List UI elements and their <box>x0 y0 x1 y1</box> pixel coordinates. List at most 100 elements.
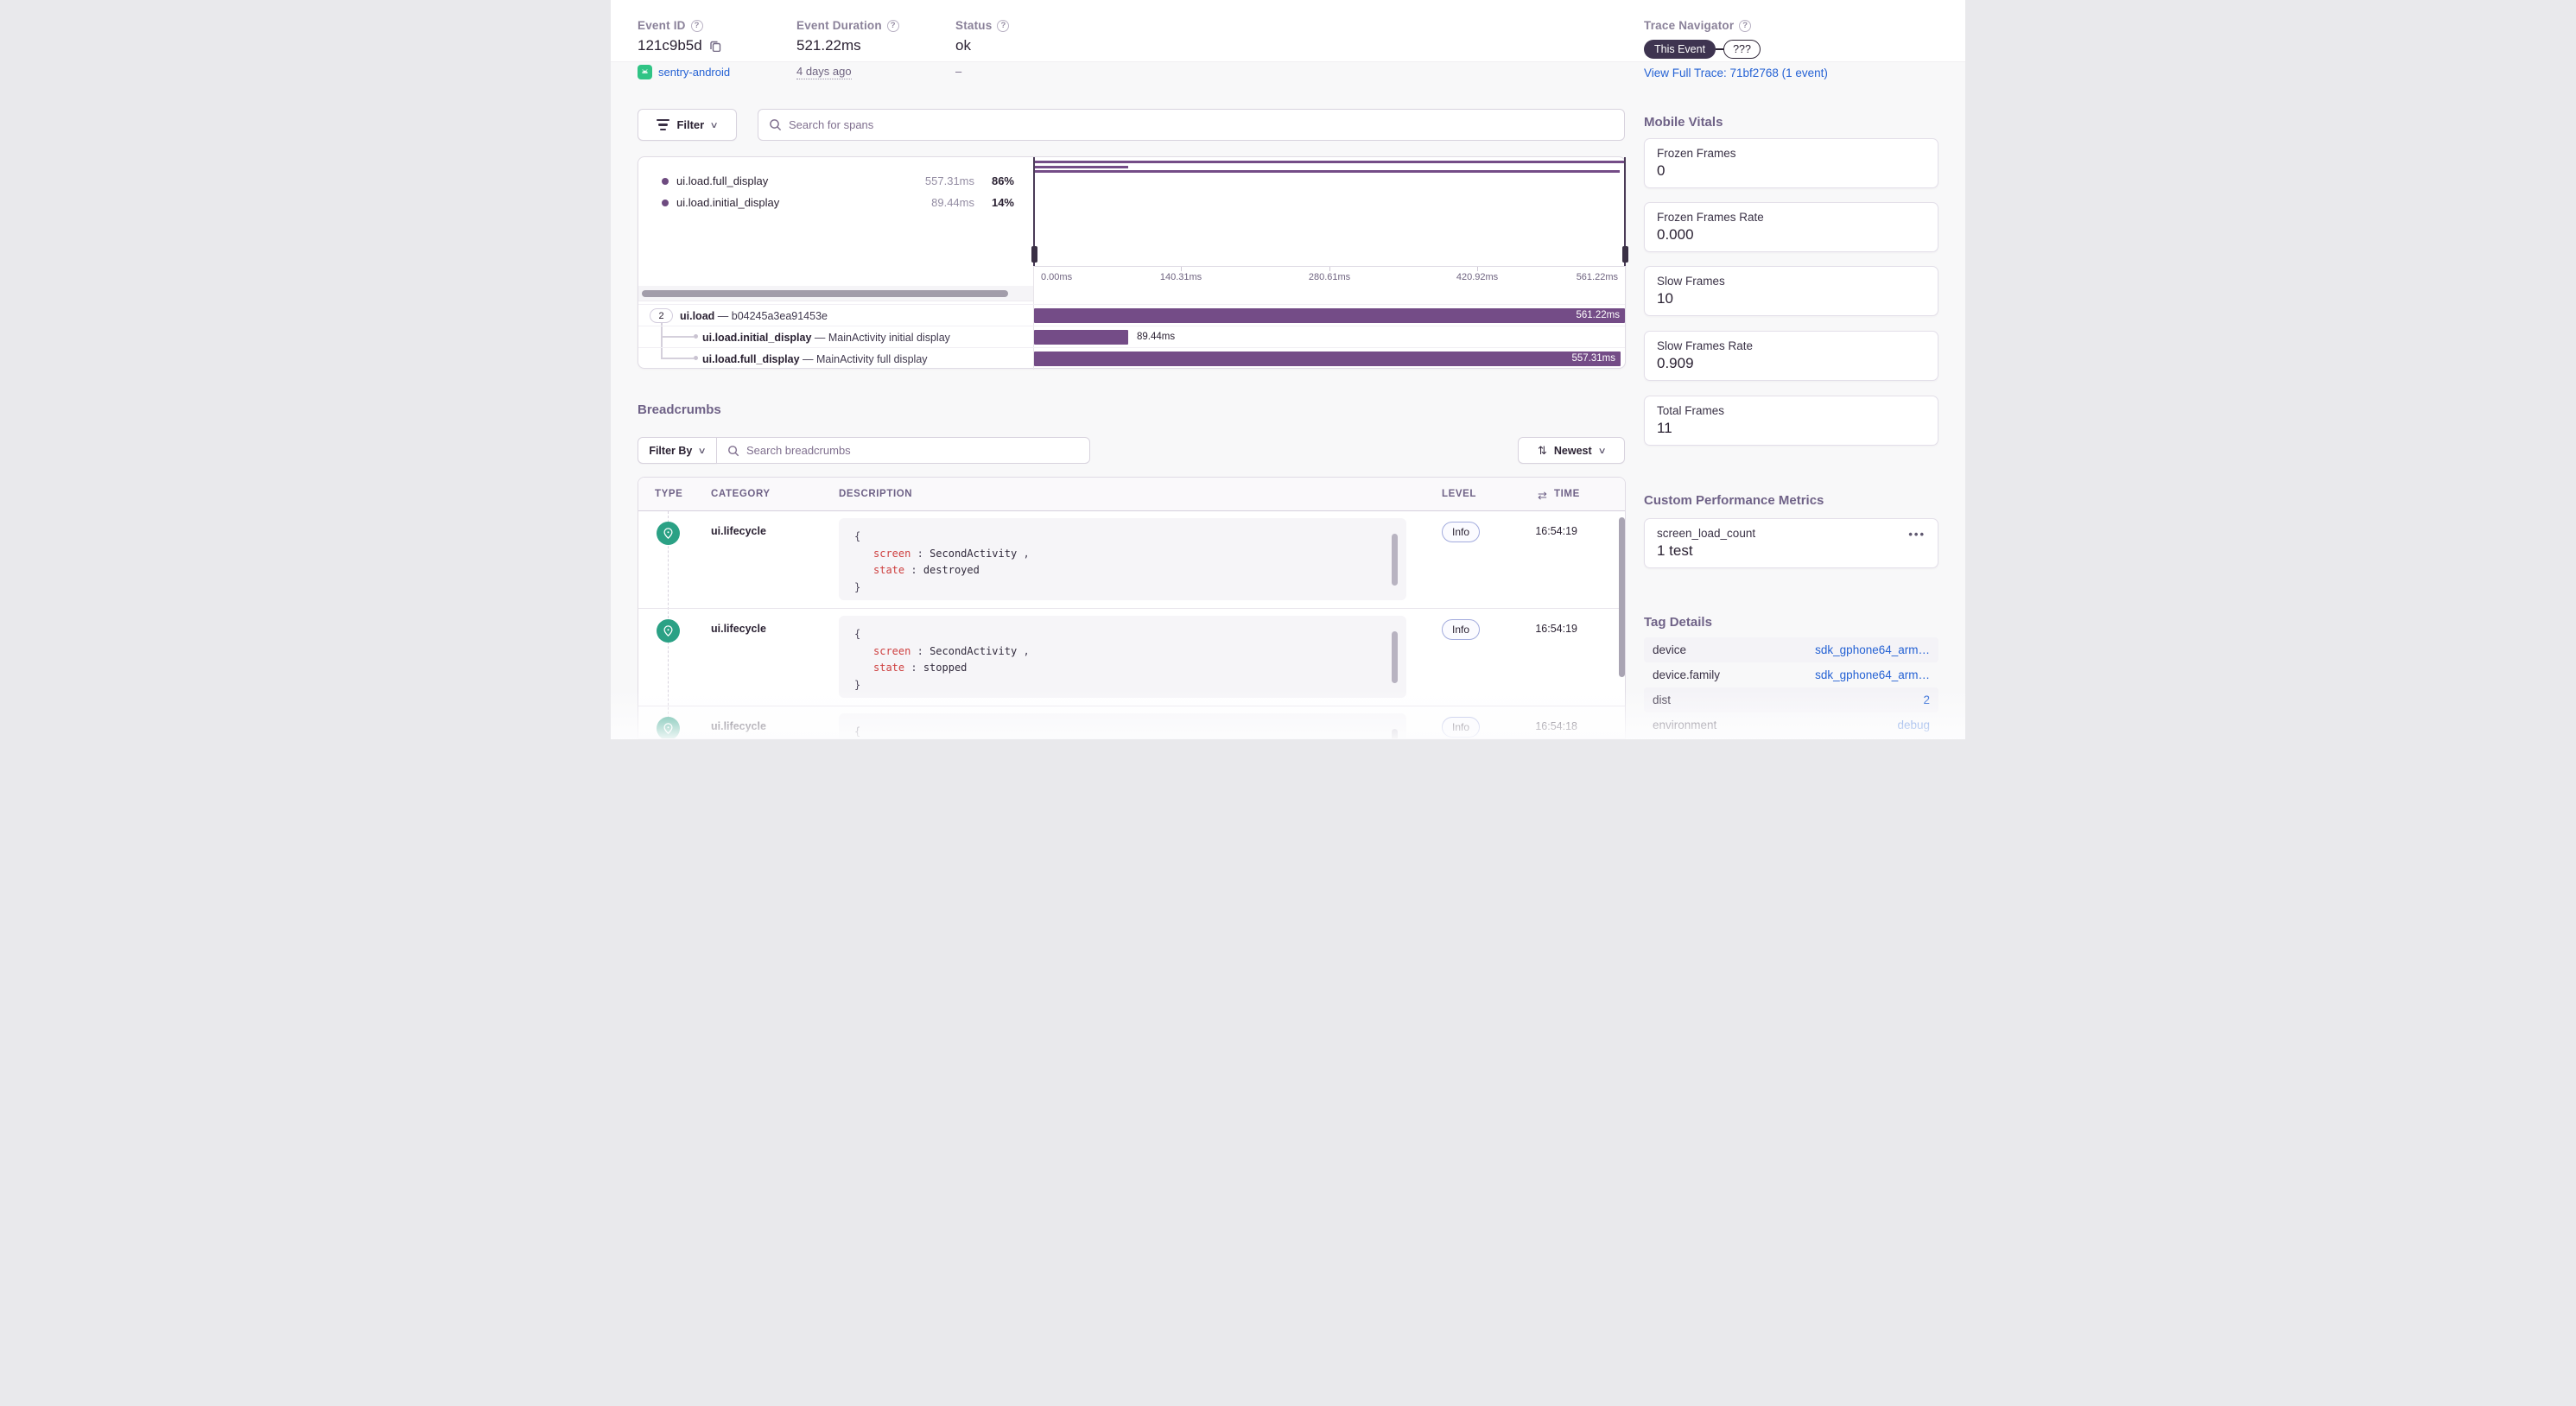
span-tree-row[interactable]: 2 ui.load — b04245a3ea91453e 561.22ms <box>638 304 1625 326</box>
event-detail-page: Event ID ? 121c9b5d sentry-android Event… <box>611 0 1965 739</box>
level-badge: Info <box>1442 717 1481 738</box>
span-bar[interactable]: 557.31ms <box>1034 352 1621 366</box>
scrollbar-thumb[interactable] <box>1392 631 1398 683</box>
tag-row: environment debug <box>1644 712 1938 738</box>
metric-value: 1 test <box>1657 542 1693 559</box>
code-comma: , <box>1023 547 1030 560</box>
span-bar[interactable] <box>1034 330 1128 345</box>
vital-card: Slow Frames 10 <box>1644 266 1938 316</box>
axis-tick <box>1181 267 1182 271</box>
chevron-down-icon: ∨ <box>1597 446 1607 456</box>
breadcrumb-row[interactable]: ui.lifecycle { screen : SecondActivity ,… <box>638 511 1625 609</box>
span-duration-label: 557.31ms <box>1571 353 1615 364</box>
axis-tick-label: 420.92ms <box>1456 272 1499 282</box>
event-age[interactable]: 4 days ago <box>796 65 852 79</box>
code-value: destroyed <box>923 564 980 576</box>
span-tree-row[interactable]: ui.load.full_display — MainActivity full… <box>638 347 1625 369</box>
legend-row[interactable]: ui.load.full_display 557.31ms 86% <box>638 170 1033 192</box>
table-vertical-scrollbar[interactable] <box>1619 517 1625 677</box>
col-type[interactable]: TYPE <box>655 489 682 499</box>
help-icon[interactable]: ? <box>1739 19 1752 32</box>
code-open: { <box>854 628 861 640</box>
code-colon: : <box>917 644 923 657</box>
axis-tick-label: 280.61ms <box>1308 272 1351 282</box>
minimap-left-handle[interactable] <box>1031 246 1037 263</box>
trace-navigator: Trace Navigator ? This Event ??? View Fu… <box>1644 19 1828 79</box>
legend-percent: 86% <box>991 174 1014 187</box>
legend-row[interactable]: ui.load.initial_display 89.44ms 14% <box>638 192 1033 213</box>
span-tree-row[interactable]: ui.load.initial_display — MainActivity i… <box>638 326 1625 347</box>
overflow-menu-icon[interactable]: ••• <box>1908 528 1926 541</box>
breadcrumb-sort-button[interactable]: ⇅ Newest ∨ <box>1518 437 1625 464</box>
scrollbar-thumb[interactable] <box>1392 729 1398 738</box>
col-time[interactable]: TIME <box>1554 489 1580 499</box>
vital-label: Total Frames <box>1657 404 1725 417</box>
col-description[interactable]: DESCRIPTION <box>839 489 912 499</box>
unknown-trace-pill[interactable]: ??? <box>1723 40 1761 59</box>
breadcrumb-description[interactable]: { screen : SecondActivity , state : stop… <box>839 616 1406 698</box>
dash: — <box>717 309 729 322</box>
breadcrumb-description[interactable]: { <box>839 713 1406 738</box>
event-id-block: Event ID ? 121c9b5d sentry-android <box>638 19 730 79</box>
tag-key: environment <box>1653 719 1717 732</box>
filter-button-label: Filter <box>676 118 705 131</box>
chevron-down-icon: ∨ <box>709 120 720 130</box>
tag-value-link[interactable]: sdk_gphone64_arm… <box>1815 643 1930 656</box>
legend-duration: 89.44ms <box>931 196 974 209</box>
this-event-pill[interactable]: This Event <box>1644 40 1716 59</box>
code-key: state <box>873 662 905 674</box>
span-minimap[interactable] <box>1031 157 1628 266</box>
code-open: { <box>854 530 861 542</box>
scrollbar-thumb[interactable] <box>642 290 1008 297</box>
navigation-pin-icon <box>657 522 680 545</box>
vital-label: Slow Frames Rate <box>1657 339 1754 352</box>
breadcrumb-filter-button[interactable]: Filter By ∨ <box>638 437 717 464</box>
navigation-pin-icon <box>657 717 680 738</box>
filter-icon <box>657 119 670 130</box>
event-duration-block: Event Duration ? 521.22ms 4 days ago <box>796 19 899 79</box>
span-search-input[interactable] <box>789 118 1614 131</box>
navigation-pin-icon <box>657 619 680 643</box>
dash: — <box>814 331 826 344</box>
view-full-trace-link[interactable]: View Full Trace: 71bf2768 (1 event) <box>1644 66 1828 79</box>
span-count-badge[interactable]: 2 <box>650 308 673 323</box>
breadcrumb-search-input[interactable] <box>746 444 1079 457</box>
axis-tick <box>1477 267 1478 271</box>
vital-card: Frozen Frames 0 <box>1644 138 1938 188</box>
col-level[interactable]: LEVEL <box>1442 489 1476 499</box>
breadcrumb-row[interactable]: ui.lifecycle { Info 16:54:18 <box>638 706 1625 738</box>
tag-value-link[interactable]: sdk_gphone64_arm… <box>1815 668 1930 681</box>
tag-row: dist 2 <box>1644 687 1938 712</box>
tag-row: device.family sdk_gphone64_arm… <box>1644 662 1938 687</box>
tag-key: device.family <box>1653 668 1721 681</box>
breadcrumbs-table: TYPE CATEGORY DESCRIPTION LEVEL ⇄ TIME u… <box>638 477 1626 739</box>
help-icon[interactable]: ? <box>886 19 899 32</box>
breadcrumb-description[interactable]: { screen : SecondActivity , state : dest… <box>839 518 1406 600</box>
project-link[interactable]: sentry-android <box>658 66 730 79</box>
copy-icon[interactable] <box>709 40 721 52</box>
code-colon: : <box>917 547 923 560</box>
vital-card: Total Frames 11 <box>1644 396 1938 446</box>
sort-leftright-icon[interactable]: ⇄ <box>1538 489 1548 503</box>
status-sub: – <box>955 65 962 78</box>
code-key: screen <box>873 547 911 560</box>
help-icon[interactable]: ? <box>690 19 703 32</box>
span-duration-label: 89.44ms <box>1137 332 1176 342</box>
span-bar[interactable]: 561.22ms <box>1034 308 1625 323</box>
tag-value-link[interactable]: 2 <box>1923 694 1930 706</box>
col-category[interactable]: CATEGORY <box>711 489 771 499</box>
minimap-bar <box>1035 165 1129 168</box>
search-icon <box>727 445 739 457</box>
filter-by-label: Filter By <box>649 444 693 457</box>
breadcrumb-row[interactable]: ui.lifecycle { screen : SecondActivity ,… <box>638 609 1625 706</box>
legend-horizontal-scrollbar[interactable] <box>638 286 1033 301</box>
axis-tick-label: 140.31ms <box>1159 272 1202 282</box>
span-op: ui.load.full_display <box>702 352 800 365</box>
minimap-right-handle[interactable] <box>1621 246 1628 263</box>
code-comma: , <box>1023 644 1030 657</box>
breadcrumb-time: 16:54:18 <box>1535 720 1577 732</box>
help-icon[interactable]: ? <box>997 19 1010 32</box>
scrollbar-thumb[interactable] <box>1392 534 1398 586</box>
span-filter-button[interactable]: Filter ∨ <box>638 109 737 141</box>
tag-value-link[interactable]: debug <box>1897 719 1930 732</box>
